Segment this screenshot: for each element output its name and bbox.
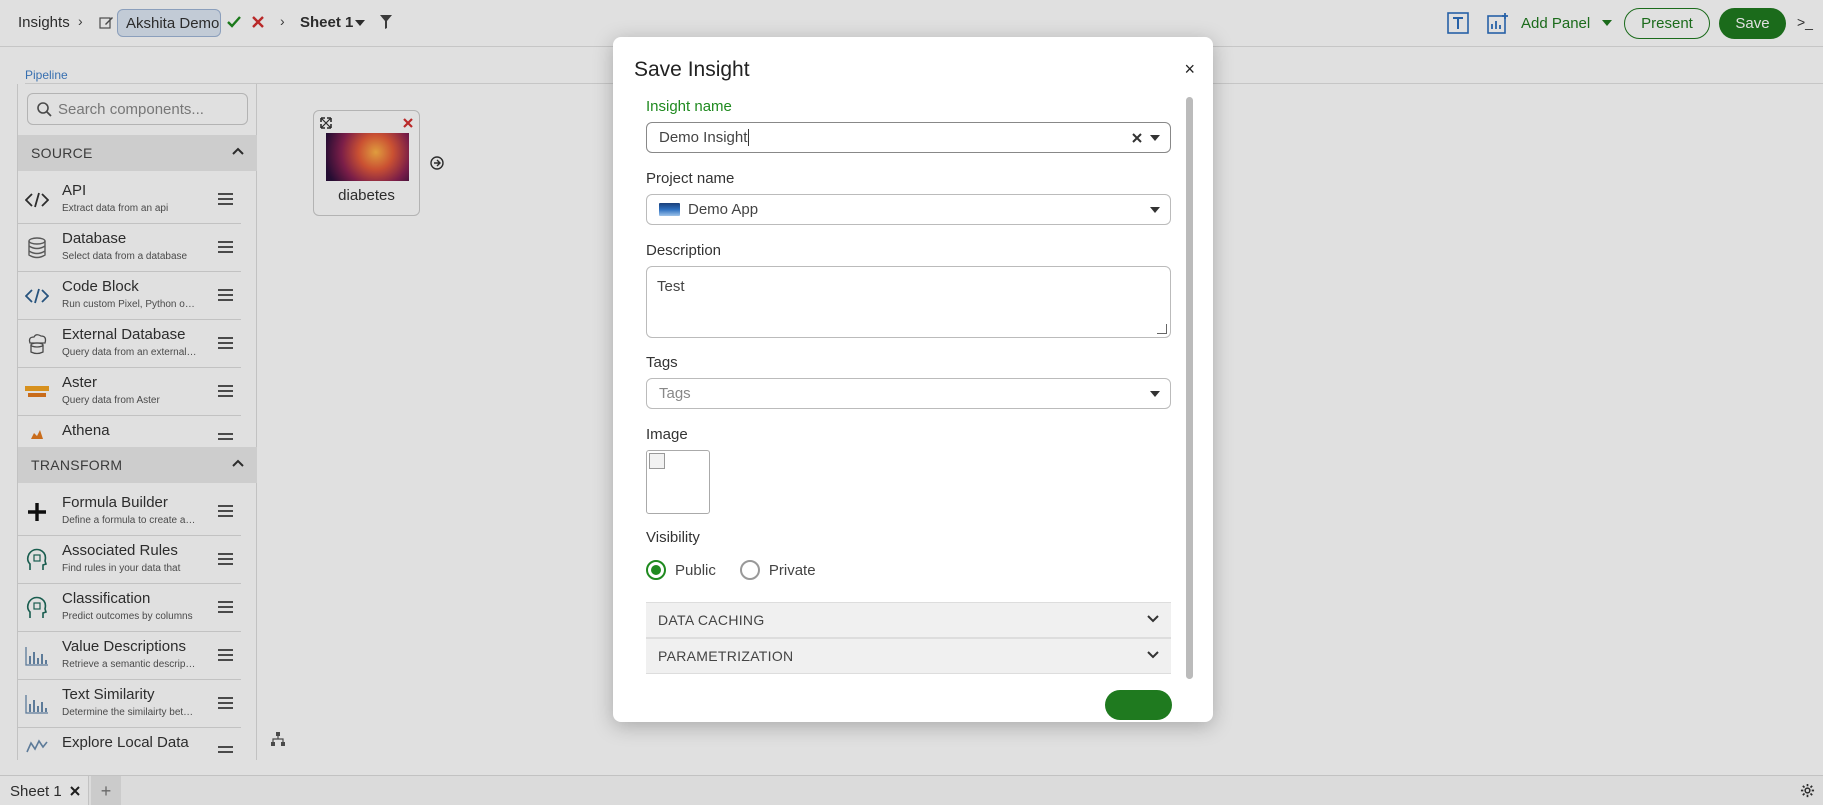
- scrollbar-thumb[interactable]: [1186, 97, 1193, 679]
- project-name-label: Project name: [646, 170, 735, 187]
- dialog-save-button[interactable]: [1105, 690, 1172, 720]
- dialog-title: Save Insight: [634, 58, 750, 81]
- insight-name-value: Demo Insight: [659, 129, 748, 146]
- accordion-label: PARAMETRIZATION: [658, 648, 794, 664]
- project-flag-icon: [659, 203, 680, 216]
- text-cursor: [748, 129, 750, 146]
- close-icon[interactable]: ×: [1184, 59, 1195, 80]
- insight-name-label: Insight name: [646, 98, 732, 115]
- chevron-down-icon: [1147, 651, 1159, 659]
- visibility-radio-group: Public Private: [646, 560, 816, 580]
- caret-down-icon[interactable]: [1150, 391, 1160, 397]
- visibility-label: Visibility: [646, 529, 700, 546]
- radio-public[interactable]: [646, 560, 666, 580]
- description-value: Test: [657, 278, 685, 295]
- accordion-parametrization[interactable]: PARAMETRIZATION: [646, 638, 1171, 674]
- description-label: Description: [646, 242, 722, 259]
- chevron-down-icon: [1147, 615, 1159, 623]
- accordion-data-caching[interactable]: DATA CACHING: [646, 602, 1171, 638]
- accordion-label: DATA CACHING: [658, 612, 765, 628]
- caret-down-icon[interactable]: [1150, 135, 1160, 141]
- insight-name-field[interactable]: Demo Insight: [646, 122, 1171, 153]
- tags-label: Tags: [646, 354, 678, 371]
- tags-placeholder: Tags: [659, 385, 691, 402]
- caret-down-icon[interactable]: [1150, 207, 1160, 213]
- image-label: Image: [646, 426, 688, 443]
- save-insight-dialog: Save Insight × Insight name Demo Insight…: [613, 37, 1213, 722]
- radio-private-label[interactable]: Private: [769, 562, 816, 579]
- resize-grip-icon[interactable]: [1157, 324, 1167, 334]
- dialog-scrollbar[interactable]: [1186, 97, 1193, 679]
- description-textarea[interactable]: Test: [646, 266, 1171, 338]
- tags-select[interactable]: Tags: [646, 378, 1171, 409]
- project-name-select[interactable]: Demo App: [646, 194, 1171, 225]
- radio-public-label[interactable]: Public: [675, 562, 716, 579]
- broken-image-icon: [649, 453, 665, 469]
- radio-private[interactable]: [739, 560, 760, 580]
- insight-image-upload[interactable]: [646, 450, 710, 514]
- clear-icon[interactable]: [1132, 133, 1142, 143]
- project-name-value: Demo App: [688, 201, 759, 218]
